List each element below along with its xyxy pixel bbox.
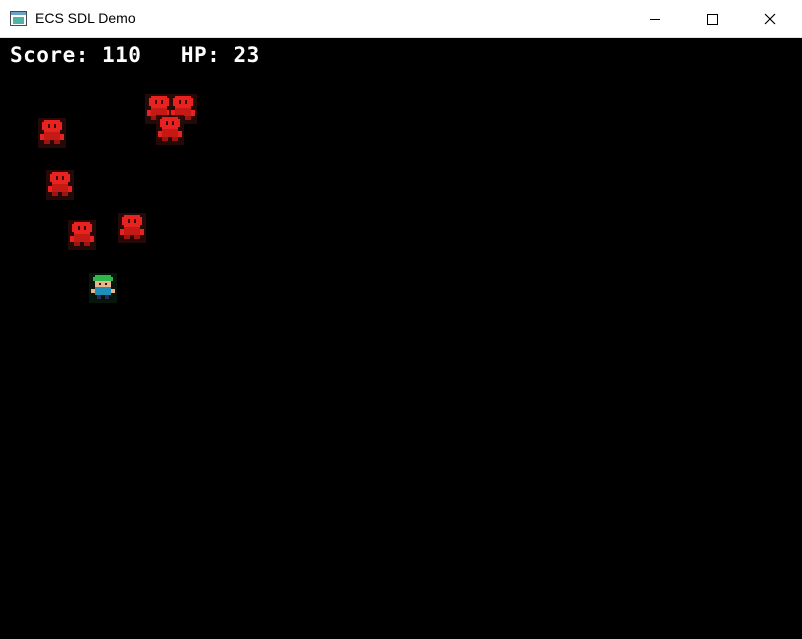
minimize-button[interactable]: [632, 0, 678, 38]
window-title: ECS SDL Demo: [35, 10, 136, 26]
score-value: 110: [102, 43, 142, 67]
maximize-button[interactable]: [689, 0, 735, 38]
close-icon: [764, 13, 776, 25]
maximize-icon: [707, 14, 718, 25]
enemy-sprite: [154, 113, 186, 145]
hp-value: 23: [233, 43, 260, 67]
minimize-icon: [650, 19, 660, 20]
hud: Score: 110 HP: 23: [10, 43, 260, 67]
window-titlebar[interactable]: ECS SDL Demo: [0, 0, 802, 38]
close-button[interactable]: [747, 0, 793, 38]
enemy-sprite: [36, 116, 68, 148]
score-label: Score:: [10, 43, 89, 67]
player-sprite: [87, 271, 119, 303]
app-window-icon: [10, 11, 27, 26]
game-canvas[interactable]: Score: 110 HP: 23: [0, 38, 802, 639]
enemy-sprite: [44, 168, 76, 200]
hp-label: HP:: [180, 43, 221, 67]
enemy-sprite: [116, 211, 148, 243]
enemy-sprite: [66, 218, 98, 250]
